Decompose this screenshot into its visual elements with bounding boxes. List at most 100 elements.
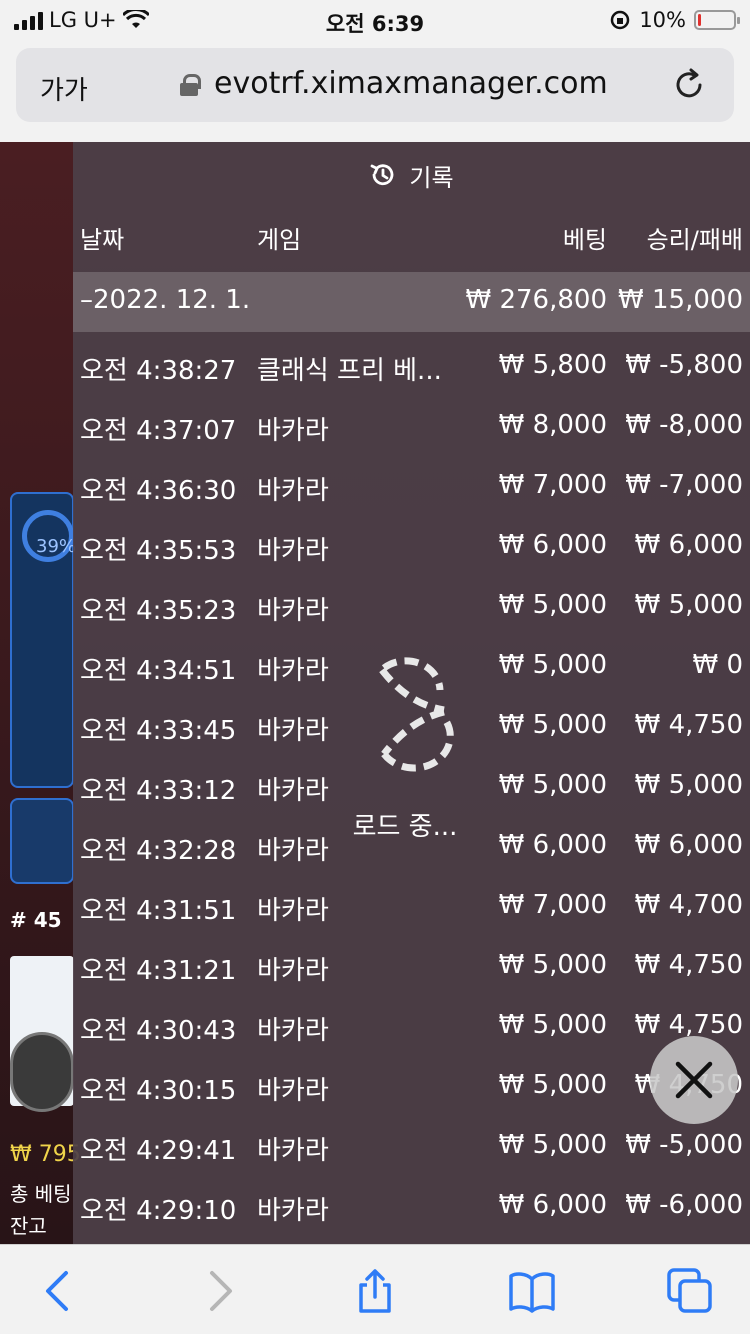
- date-group-row[interactable]: –2022. 12. 1. ₩ 276,800 ₩ 15,000: [73, 272, 750, 332]
- bookmarks-icon[interactable]: [508, 1267, 556, 1315]
- row-game: 바카라: [257, 656, 329, 686]
- row-time: 오전 4:32:28: [80, 836, 237, 866]
- row-game: 바카라: [257, 536, 329, 566]
- progress-label: 39%: [36, 536, 77, 557]
- row-bet: ₩ 5,000: [498, 770, 607, 800]
- history-row[interactable]: 오전 4:30:43 바카라 ₩ 5,000 ₩ 4,750: [73, 998, 750, 1058]
- column-result: 승리/패배: [646, 226, 743, 254]
- status-right: 10%: [609, 8, 740, 32]
- total-bet-label: 총 베팅: [10, 1182, 72, 1206]
- bet-spot[interactable]: [10, 798, 74, 884]
- row-time: 오전 4:35:23: [80, 596, 237, 626]
- row-bet: ₩ 5,000: [498, 1130, 607, 1160]
- history-row[interactable]: 오전 4:35:23 바카라 ₩ 5,000 ₩ 5,000: [73, 578, 750, 638]
- history-row[interactable]: 오전 4:30:15바카라₩ 5,000₩ 4,750: [73, 1058, 750, 1118]
- row-game: 바카라: [257, 416, 329, 446]
- history-row[interactable]: 오전 4:29:41 바카라 ₩ 5,000 ₩ -5,000: [73, 1118, 750, 1178]
- row-game: 바카라: [257, 1076, 329, 1106]
- row-time: 오전 4:29:41: [80, 1136, 237, 1166]
- row-game: 바카라: [257, 836, 329, 866]
- row-bet: ₩ 7,000: [498, 890, 607, 920]
- row-time: 오전 4:30:43: [80, 1016, 237, 1046]
- history-row[interactable]: 오전 4:35:53 바카라 ₩ 6,000 ₩ 6,000: [73, 518, 750, 578]
- row-time: 오전 4:33:45: [80, 716, 237, 746]
- row-game: 바카라: [257, 596, 329, 626]
- column-bet: 베팅: [562, 226, 607, 254]
- history-row[interactable]: 오전 4:37:07 바카라 ₩ 8,000 ₩ -8,000: [73, 398, 750, 458]
- row-bet: ₩ 5,000: [498, 590, 607, 620]
- row-bet: ₩ 6,000: [498, 830, 607, 860]
- close-button[interactable]: [650, 1036, 738, 1124]
- balance-amount: ₩ 795: [10, 1142, 81, 1167]
- row-bet: ₩ 6,000: [498, 530, 607, 560]
- loading-text: 로드 중...: [352, 812, 458, 842]
- row-game: 바카라: [257, 1016, 329, 1046]
- row-bet: ₩ 5,000: [498, 950, 607, 980]
- row-time: 오전 4:35:53: [80, 536, 237, 566]
- forward-icon[interactable]: [196, 1267, 244, 1315]
- row-result: ₩ 4,750: [634, 950, 743, 980]
- row-game: 바카라: [257, 956, 329, 986]
- chip-button[interactable]: [10, 1032, 74, 1112]
- battery-percent: 10%: [639, 8, 686, 32]
- row-time: 오전 4:30:15: [80, 1076, 237, 1106]
- date-group-bet: ₩ 276,800: [465, 285, 608, 315]
- history-title: 기록: [409, 163, 454, 192]
- row-time: 오전 4:31:51: [80, 896, 237, 926]
- browser-toolbar: [0, 1244, 750, 1334]
- row-game: 바카라: [257, 1196, 329, 1226]
- row-game: 바카라: [257, 716, 329, 746]
- row-result: ₩ 5,000: [634, 770, 743, 800]
- row-result: ₩ 6,000: [634, 830, 743, 860]
- row-game: 바카라: [257, 896, 329, 926]
- history-table-header: 날짜 게임 베팅 승리/패배: [73, 220, 750, 264]
- round-number: # 45: [10, 908, 62, 932]
- row-result: ₩ 4,700: [634, 890, 743, 920]
- row-bet: ₩ 6,000: [498, 1190, 607, 1220]
- row-result: ₩ -7,000: [625, 470, 743, 500]
- battery-icon: [694, 10, 740, 30]
- row-result: ₩ -5,000: [625, 1130, 743, 1160]
- url-text[interactable]: evotrf.ximaxmanager.com: [214, 66, 608, 101]
- row-result: ₩ 0: [692, 650, 743, 680]
- row-game: 바카라: [257, 476, 329, 506]
- column-game: 게임: [257, 226, 302, 254]
- balance-label: 잔고: [10, 1214, 47, 1238]
- battery-fill: [698, 14, 701, 26]
- row-bet: ₩ 5,800: [498, 350, 607, 380]
- row-time: 오전 4:33:12: [80, 776, 237, 806]
- history-row[interactable]: 오전 4:31:21 바카라 ₩ 5,000 ₩ 4,750: [73, 938, 750, 998]
- history-row[interactable]: 오전 4:36:30 바카라 ₩ 7,000 ₩ -7,000: [73, 458, 750, 518]
- back-icon[interactable]: [34, 1267, 82, 1315]
- history-header: 기록: [73, 142, 750, 208]
- history-row[interactable]: 오전 4:31:51 바카라 ₩ 7,000 ₩ 4,700: [73, 878, 750, 938]
- row-time: 오전 4:29:10: [80, 1196, 237, 1226]
- history-row[interactable]: 오전 4:29:10 바카라 ₩ 6,000 ₩ -6,000: [73, 1178, 750, 1238]
- reload-icon[interactable]: [670, 66, 708, 104]
- row-result: ₩ -8,000: [625, 410, 743, 440]
- text-size-button[interactable]: 가가: [40, 70, 88, 107]
- status-bar: LG U+ 오전 6:39 10%: [0, 0, 750, 42]
- row-time: 오전 4:38:27: [80, 356, 237, 386]
- row-bet: ₩ 5,000: [498, 650, 607, 680]
- row-result: ₩ 6,000: [634, 530, 743, 560]
- address-bar[interactable]: 가가 evotrf.ximaxmanager.com: [16, 48, 734, 122]
- row-bet: ₩ 8,000: [498, 410, 607, 440]
- lock-icon: [180, 74, 201, 96]
- row-result: ₩ 5,000: [634, 590, 743, 620]
- row-result: ₩ 4,750: [634, 710, 743, 740]
- row-result: ₩ -6,000: [625, 1190, 743, 1220]
- history-rows: 오전 4:38:27 클래식 프리 베... ₩ 5,800 ₩ -5,800 오전 4…: [73, 338, 750, 1238]
- history-row[interactable]: 오전 4:38:27 클래식 프리 베... ₩ 5,800 ₩ -5,800: [73, 338, 750, 398]
- date-group-result: ₩ 15,000: [618, 285, 743, 315]
- row-time: 오전 4:37:07: [80, 416, 237, 446]
- row-bet: ₩ 5,000: [498, 1070, 607, 1100]
- row-result: ₩ -5,800: [625, 350, 743, 380]
- row-game: 클래식 프리 베...: [257, 356, 442, 386]
- share-icon[interactable]: [351, 1267, 399, 1315]
- row-game: 바카라: [257, 776, 329, 806]
- tabs-icon[interactable]: [666, 1267, 714, 1315]
- row-bet: ₩ 7,000: [498, 470, 607, 500]
- orientation-lock-icon: [611, 10, 630, 30]
- row-bet: ₩ 5,000: [498, 710, 607, 740]
